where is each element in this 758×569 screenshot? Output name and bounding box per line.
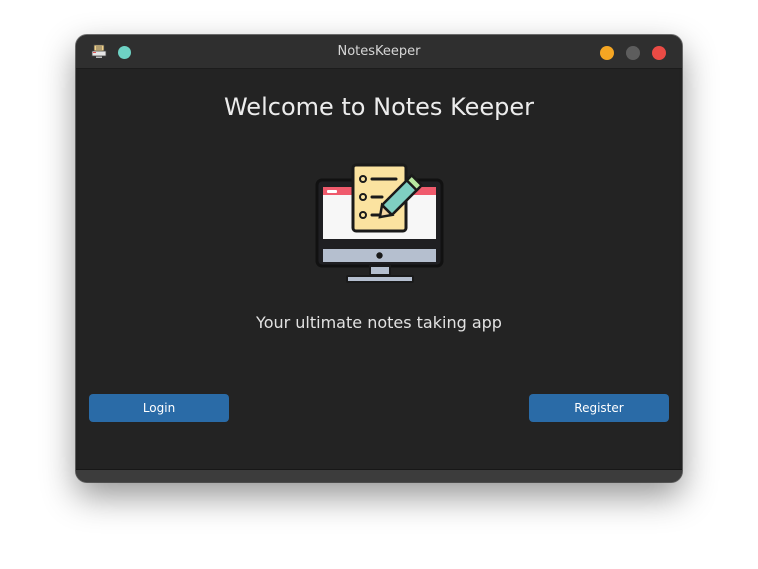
- register-button[interactable]: Register: [529, 394, 669, 422]
- close-icon[interactable]: [652, 46, 666, 60]
- window-title: NotesKeeper: [337, 44, 421, 59]
- minimize-icon[interactable]: [600, 46, 614, 60]
- maximize-icon[interactable]: [626, 46, 640, 60]
- tagline: Your ultimate notes taking app: [256, 313, 502, 332]
- app-window: NotesKeeper Welcome to Notes Keeper Your…: [76, 35, 682, 482]
- login-button[interactable]: Login: [89, 394, 229, 422]
- status-bar: [76, 469, 682, 482]
- page-title: Welcome to Notes Keeper: [223, 93, 535, 121]
- notes-monitor-icon: [315, 163, 444, 283]
- title-bar[interactable]: NotesKeeper: [76, 35, 682, 69]
